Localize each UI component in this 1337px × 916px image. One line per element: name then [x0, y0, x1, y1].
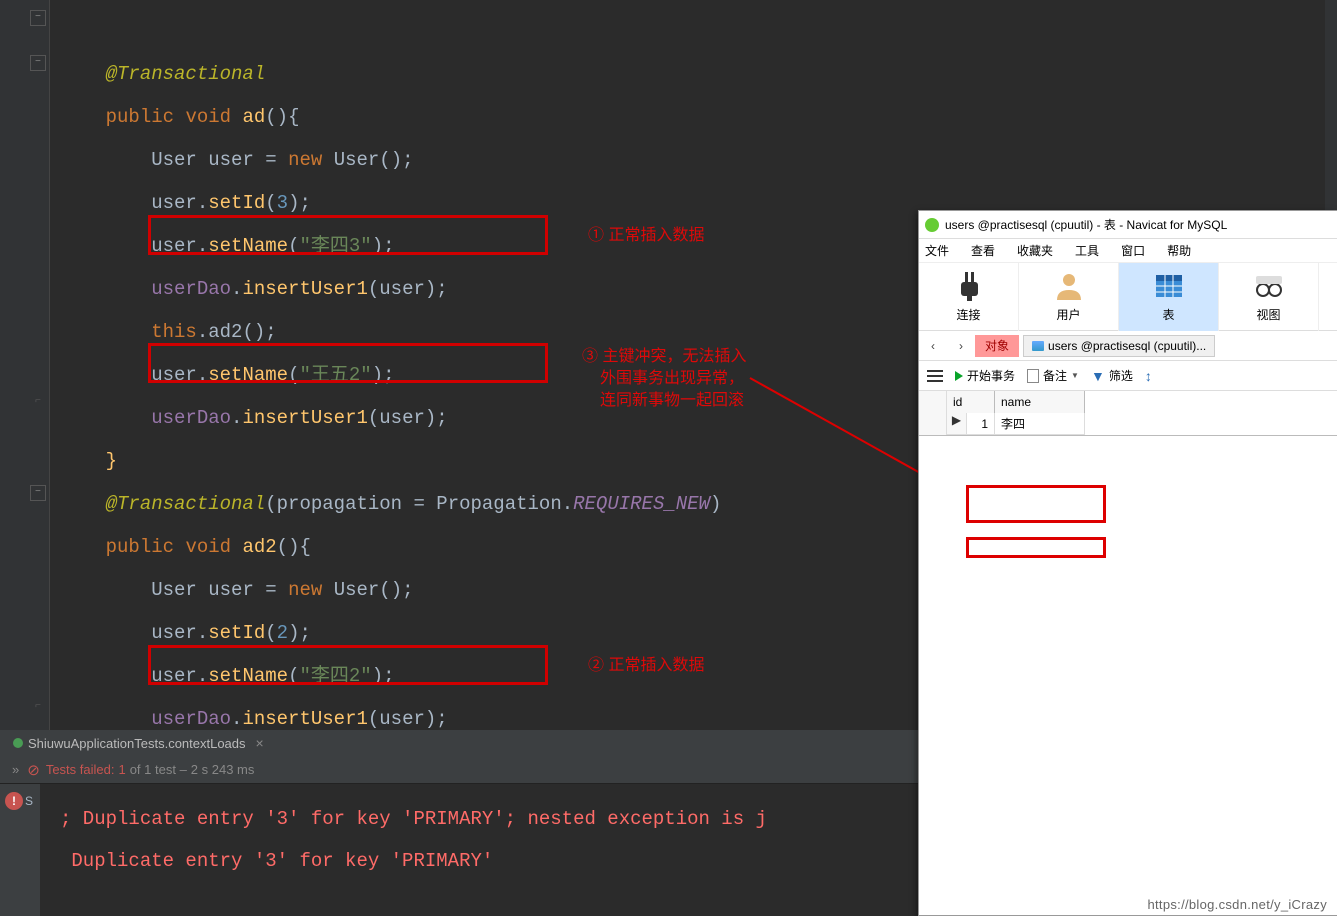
- highlight-box-empty-row2: [966, 537, 1106, 558]
- window-title: users @practisesql (cpuutil) - 表 - Navic…: [945, 216, 1227, 233]
- grid-body: ▶ 1 李四: [947, 413, 1337, 435]
- fold-marker[interactable]: −: [30, 485, 46, 501]
- grid-header: id name: [947, 391, 1337, 413]
- menu-view[interactable]: 查看: [971, 242, 995, 259]
- tool-connection[interactable]: 连接: [919, 263, 1019, 331]
- menu-tools[interactable]: 工具: [1075, 242, 1099, 259]
- highlight-box-empty-rows: [966, 485, 1106, 523]
- tool-view[interactable]: 视图: [1219, 263, 1319, 331]
- editor-gutter: − − ⌐ − ⌐: [0, 0, 50, 730]
- annotation-3b: 外围事务出现异常，: [600, 368, 744, 390]
- cell-name[interactable]: 李四: [995, 413, 1085, 435]
- navicat-window: users @practisesql (cpuutil) - 表 - Navic…: [918, 210, 1337, 916]
- run-tab[interactable]: ShiuwuApplicationTests.contextLoads ×: [5, 735, 272, 751]
- console-gutter: ! S: [0, 784, 40, 916]
- fold-marker[interactable]: −: [30, 55, 46, 71]
- filter-button[interactable]: ▼ 筛选: [1091, 367, 1133, 384]
- fold-end-marker: ⌐: [30, 395, 46, 411]
- fold-end-marker: ⌐: [30, 700, 46, 716]
- grid-sidebar: [919, 391, 947, 435]
- hamburger-icon[interactable]: [927, 370, 943, 382]
- caret-left-icon[interactable]: ‹: [919, 339, 947, 353]
- memo-icon: [1027, 369, 1039, 383]
- error-icon: ⊘: [27, 761, 40, 779]
- annotation-1: ① 正常插入数据: [588, 225, 704, 247]
- play-icon: [955, 371, 963, 381]
- tool-table[interactable]: 表: [1119, 263, 1219, 331]
- start-transaction-button[interactable]: 开始事务: [955, 367, 1015, 384]
- row-marker-icon: ▶: [947, 413, 967, 435]
- console-panel: ! S ; Duplicate entry '3' for key 'PRIMA…: [0, 784, 920, 916]
- of-text: of 1 test –: [130, 762, 187, 777]
- user-icon: [1053, 270, 1085, 302]
- filter-icon: ▼: [1091, 368, 1105, 384]
- annotation-3c: 连同新事物一起回滚: [600, 390, 744, 412]
- error-badge-icon: !: [5, 792, 23, 810]
- navicat-action-row: 开始事务 备注 ▼ ▼ 筛选 ↕: [919, 361, 1337, 391]
- failed-count: 1: [118, 762, 125, 777]
- table-icon: [1153, 270, 1185, 302]
- table-row[interactable]: ▶ 1 李四: [947, 413, 1085, 435]
- watermark: https://blog.csdn.net/y_iCrazy: [1147, 897, 1327, 912]
- navicat-tabs-row: ‹ › 对象 users @practisesql (cpuutil)...: [919, 331, 1337, 361]
- view-icon: [1253, 270, 1285, 302]
- col-name-header[interactable]: name: [995, 391, 1085, 413]
- close-icon[interactable]: ×: [256, 735, 264, 751]
- tab-label: ShiuwuApplicationTests.contextLoads: [28, 736, 246, 751]
- navicat-grid: id name ▶ 1 李四: [919, 391, 1337, 436]
- tool-user[interactable]: 用户: [1019, 263, 1119, 331]
- duration: 2 s 243 ms: [191, 762, 255, 777]
- sort-button[interactable]: ↕: [1145, 368, 1152, 384]
- tests-failed-label: Tests failed:: [46, 762, 115, 777]
- plug-icon: [953, 270, 985, 302]
- cell-id[interactable]: 1: [967, 413, 995, 435]
- caret-right-icon[interactable]: ›: [947, 339, 975, 353]
- annotation-2: ② 正常插入数据: [588, 655, 704, 677]
- menu-window[interactable]: 窗口: [1121, 242, 1145, 259]
- note-button[interactable]: 备注 ▼: [1027, 367, 1079, 384]
- fold-marker[interactable]: −: [30, 10, 46, 26]
- s-label: S: [25, 794, 33, 808]
- navicat-titlebar[interactable]: users @practisesql (cpuutil) - 表 - Navic…: [919, 211, 1337, 239]
- table-small-icon: [1032, 341, 1044, 351]
- menu-help[interactable]: 帮助: [1167, 242, 1191, 259]
- object-tab[interactable]: 对象: [975, 335, 1019, 357]
- status-dot-icon: [13, 738, 23, 748]
- annotation-3a: ③ 主键冲突，无法插入: [582, 346, 746, 368]
- menu-file[interactable]: 文件: [925, 242, 949, 259]
- menu-favorites[interactable]: 收藏夹: [1017, 242, 1053, 259]
- navicat-menubar: 文件 查看 收藏夹 工具 窗口 帮助: [919, 239, 1337, 263]
- users-tab[interactable]: users @practisesql (cpuutil)...: [1023, 335, 1215, 357]
- navicat-toolbar: 连接 用户 表 视图: [919, 263, 1337, 331]
- col-id-header[interactable]: id: [947, 391, 995, 413]
- navicat-app-icon: [925, 218, 939, 232]
- console-output[interactable]: ; Duplicate entry '3' for key 'PRIMARY';…: [60, 798, 767, 882]
